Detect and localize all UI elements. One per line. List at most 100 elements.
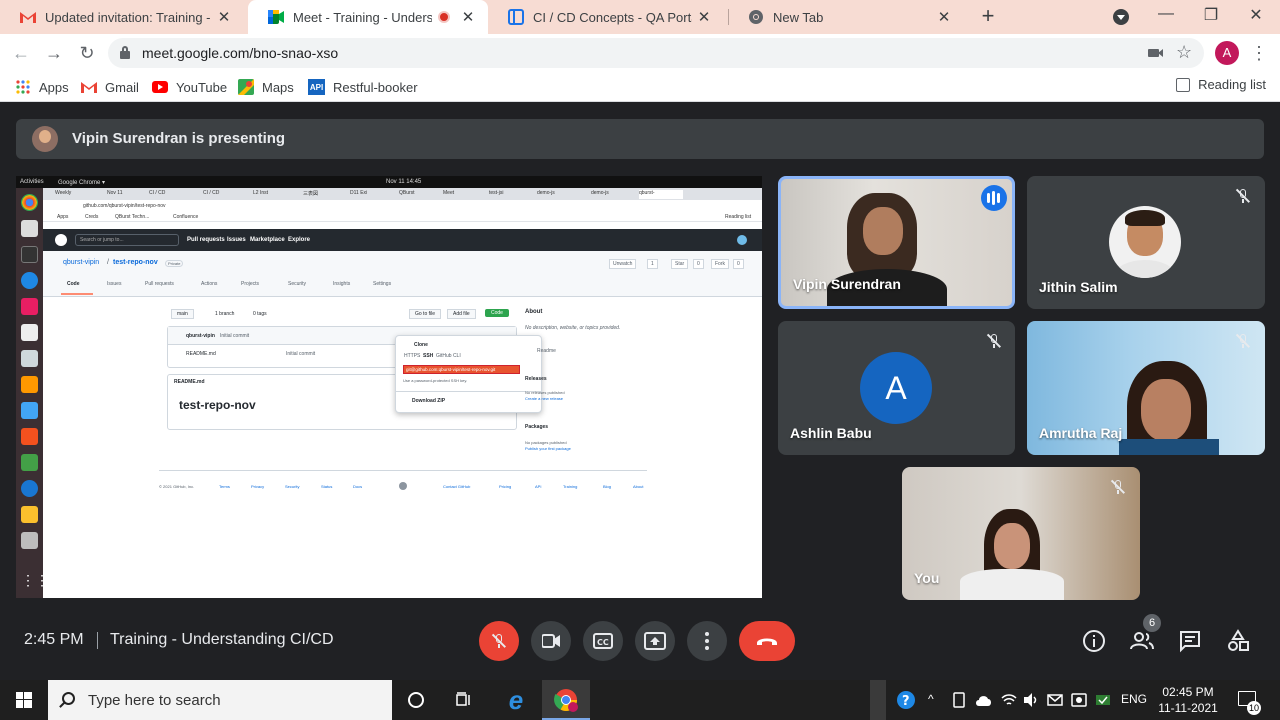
camera-in-use-icon[interactable]: [1148, 49, 1159, 57]
download-zip: Download ZIP: [412, 398, 446, 404]
star-button: Star: [671, 259, 689, 269]
forward-arrow-icon[interactable]: →: [41, 40, 67, 66]
participant-tile-ashlin[interactable]: A Ashlin Babu: [778, 321, 1015, 455]
shared-os-topbar: Activities Google Chrome ▾ Nov 11 14:45: [16, 176, 762, 188]
bookmark-star-icon[interactable]: ☆: [1176, 42, 1192, 63]
back-arrow-icon[interactable]: ←: [8, 40, 34, 66]
browser-menu-icon[interactable]: ⋮: [1250, 44, 1268, 62]
sublime-icon: [21, 376, 38, 393]
present-screen-button[interactable]: [635, 621, 675, 661]
shared-tab: QBurst: [399, 190, 415, 196]
volume-icon[interactable]: [1023, 692, 1039, 708]
slack-icon: [21, 298, 38, 315]
device-icon[interactable]: [952, 692, 966, 708]
packages-title: Packages: [525, 424, 549, 430]
app-icon: [21, 428, 38, 445]
meeting-divider: [97, 632, 98, 649]
taskbar-scroll[interactable]: [870, 680, 886, 720]
cloud-icon[interactable]: [975, 693, 993, 707]
new-tab-button[interactable]: +: [976, 4, 1000, 28]
repo-tab-code: Code: [67, 281, 80, 287]
meeting-details-icon[interactable]: [1082, 629, 1106, 653]
tab-title: New Tab: [773, 9, 824, 25]
fork-button: Fork: [711, 259, 729, 269]
address-bar[interactable]: meet.google.com/bno-snao-xso ☆: [108, 38, 1204, 68]
repo-tab-pull-requests: Pull requests: [145, 281, 174, 287]
mic-toggle-button[interactable]: [479, 621, 519, 661]
participant-initial-avatar: A: [860, 352, 932, 424]
end-call-button[interactable]: [739, 621, 795, 661]
participant-name: Jithin Salim: [1039, 279, 1118, 295]
bookmark-label: Maps: [262, 79, 294, 95]
tab-search-icon[interactable]: [1113, 9, 1129, 25]
more-options-button[interactable]: [687, 621, 727, 661]
bookmark-youtube[interactable]: YouTube: [152, 77, 227, 97]
close-icon[interactable]: ✕: [932, 8, 956, 26]
muted-mic-icon: [1110, 479, 1126, 495]
presenter-avatar: [32, 126, 58, 152]
tab-gmail-invitation[interactable]: Updated invitation: Training - Un ✕: [0, 0, 248, 34]
shared-tab: Meet: [443, 190, 455, 196]
meeting-time: 2:45 PM: [24, 631, 84, 648]
chat-icon[interactable]: [1178, 629, 1202, 653]
chrome-taskbar-button[interactable]: [542, 680, 590, 720]
edge-icon[interactable]: e: [500, 684, 532, 716]
tab-cicd-concepts[interactable]: CI / CD Concepts - QA Portal ✕: [488, 0, 728, 34]
people-count-badge: 6: [1143, 614, 1161, 632]
participant-tile-jithin[interactable]: Jithin Salim: [1027, 176, 1265, 309]
shared-bookmark: Creds: [85, 214, 99, 220]
close-icon[interactable]: ✕: [692, 8, 716, 26]
show-hidden-icons[interactable]: ^: [928, 692, 934, 706]
tab-title: Meet - Training - Understand: [293, 9, 432, 25]
shared-tab: demo-js: [591, 190, 609, 196]
muted-mic-icon: [1235, 188, 1251, 204]
clone-tab-ssh: SSH: [423, 353, 434, 359]
footer-item: © 2021 GitHub, Inc.: [159, 484, 195, 489]
app-icon: [21, 402, 38, 419]
system-clock[interactable]: 02:45 PM 11-11-2021: [1157, 684, 1219, 716]
taskbar-search[interactable]: Type here to search: [48, 680, 392, 720]
help-icon[interactable]: ?: [896, 690, 916, 710]
bookmark-restful-booker[interactable]: API Restful-booker: [308, 77, 418, 97]
camera-toggle-button[interactable]: [531, 621, 571, 661]
participant-tile-vipin[interactable]: Vipin Surendran: [778, 176, 1015, 309]
bookmark-maps[interactable]: Maps: [238, 77, 294, 97]
clone-popup: Clone HTTPS SSH GitHub CLI git@github.co…: [395, 335, 542, 413]
tab-meet-training[interactable]: Meet - Training - Understand ✕: [248, 0, 488, 34]
search-icon: [62, 692, 75, 705]
restore-icon[interactable]: ❐: [1199, 5, 1223, 29]
footer-item: Contact GitHub: [443, 484, 471, 489]
shared-tab: Weekly: [55, 190, 72, 196]
bookmarks-bar: Apps Gmail YouTube Maps API Restful-book…: [0, 72, 1280, 102]
mail-icon[interactable]: [1047, 692, 1063, 708]
participant-name: Vipin Surendran: [793, 276, 901, 292]
close-icon[interactable]: ✕: [456, 8, 480, 26]
participant-tile-self[interactable]: You: [902, 467, 1140, 600]
branch-select: main: [171, 309, 194, 319]
activities-icon[interactable]: [1226, 629, 1250, 653]
input-language[interactable]: ENG: [1121, 692, 1147, 706]
cortana-icon[interactable]: [408, 692, 424, 708]
bookmark-apps[interactable]: Apps: [15, 77, 69, 97]
wifi-icon[interactable]: [1001, 692, 1017, 708]
participant-tile-amrutha[interactable]: Amrutha Raj: [1027, 321, 1265, 455]
task-view-icon[interactable]: [456, 692, 472, 708]
bookmark-gmail[interactable]: Gmail: [81, 77, 139, 97]
reload-icon[interactable]: ↻: [74, 40, 100, 66]
tab-new-tab[interactable]: New Tab ✕: [728, 0, 968, 34]
go-to-file-button: Go to file: [409, 309, 442, 319]
footer-item: Docs: [353, 484, 363, 489]
clone-url-text: git@github.com:qburst-vipin/test-repo-no…: [406, 367, 496, 372]
window-close-icon[interactable]: ✕: [1244, 5, 1268, 29]
start-button[interactable]: [0, 680, 48, 720]
maps-icon: [238, 79, 254, 95]
people-icon[interactable]: [1130, 629, 1154, 653]
profile-avatar[interactable]: A: [1215, 41, 1239, 65]
minimize-icon[interactable]: —: [1154, 5, 1178, 29]
security-icon[interactable]: [1095, 692, 1111, 708]
screen-capture-icon[interactable]: [1071, 692, 1087, 708]
captions-button[interactable]: CC: [583, 621, 623, 661]
reading-list-button[interactable]: Reading list: [1176, 77, 1266, 92]
close-icon[interactable]: ✕: [212, 8, 236, 26]
bookmark-label: YouTube: [176, 79, 228, 95]
